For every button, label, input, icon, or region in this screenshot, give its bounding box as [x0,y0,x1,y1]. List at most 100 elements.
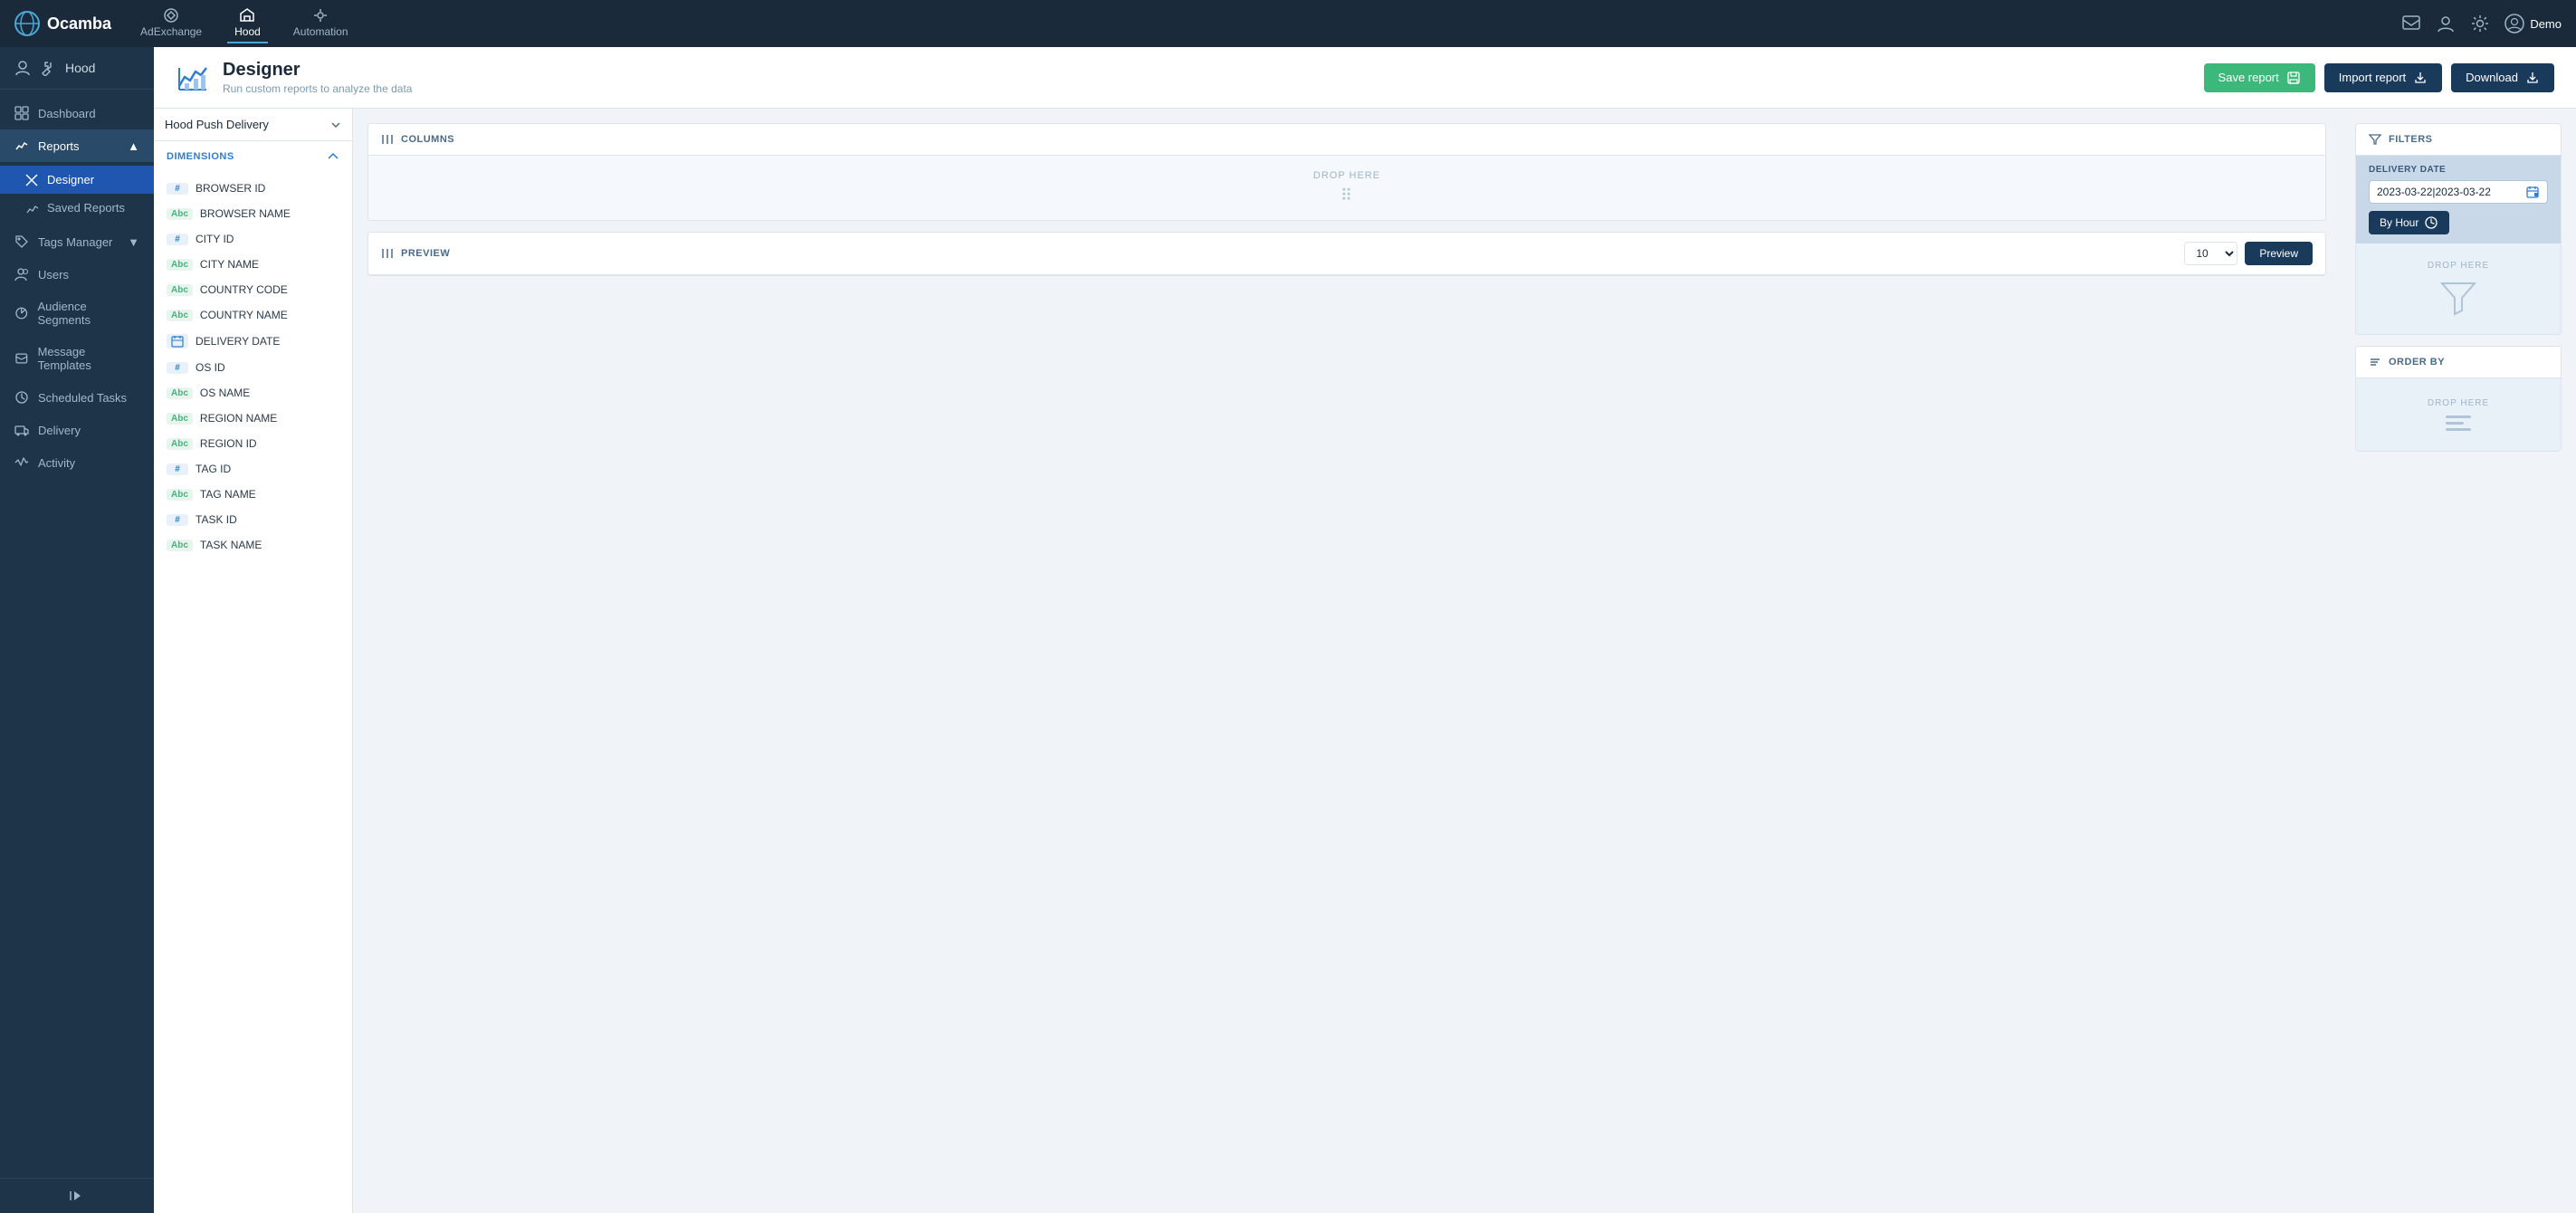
dimension-item-tag-name[interactable]: AbcTAG NAME [154,482,352,507]
order-icon [2369,356,2381,368]
app-logo[interactable]: Ocamba [14,11,111,36]
sidebar-item-message-templates[interactable]: Message Templates [0,336,154,381]
designer-body: Hood Push Delivery DIMENSIONS #BROWSER I… [154,109,2576,1213]
nav-adexchange[interactable]: AdExchange [133,4,209,43]
by-hour-row: By Hour [2369,211,2548,234]
dimension-item-country-name[interactable]: AbcCOUNTRY NAME [154,302,352,328]
sidebar-item-tags-manager[interactable]: Tags Manager ▼ [0,225,154,258]
preview-header: PREVIEW 102550100 Preview [368,233,2325,275]
funnel-svg [2438,278,2478,318]
dashboard-icon [14,106,29,120]
sidebar-item-scheduled-tasks[interactable]: Scheduled Tasks [0,381,154,414]
order-drop-zone[interactable]: DROP HERE [2356,378,2561,451]
sidebar-header: Hood [0,47,154,90]
sidebar-collapse-button[interactable] [0,1178,154,1213]
logo-icon [14,11,40,36]
sidebar-sub-reports: Designer Saved Reports [0,162,154,225]
automation-icon [312,7,329,24]
designer-chart-icon [176,61,210,95]
user-badge[interactable]: Demo [2504,14,2562,33]
reports-collapse-icon: ▲ [128,139,139,153]
right-panel: FILTERS DELIVERY DATE 2023-03-22|2023-03… [2341,109,2576,1213]
tools-icon [40,60,56,76]
users-icon [14,267,29,282]
sidebar-item-delivery[interactable]: Delivery [0,414,154,446]
filter-funnel-icon [2438,278,2478,318]
tags-icon [14,234,29,249]
reports-icon [14,138,29,153]
preview-button[interactable]: Preview [2245,242,2313,265]
dimension-item-task-name[interactable]: AbcTASK NAME [154,532,352,558]
nav-hood[interactable]: Hood [227,4,268,43]
dimension-label: BROWSER NAME [200,207,291,220]
sidebar-item-activity[interactable]: Activity [0,446,154,479]
dimension-label: CITY NAME [200,258,259,271]
sidebar-item-audience-segments[interactable]: Audience Segments [0,291,154,336]
delivery-date-label: DELIVERY DATE [2369,165,2548,175]
save-icon [2286,71,2301,85]
delivery-date-section: DELIVERY DATE 2023-03-22|2023-03-22 [2356,156,2561,244]
dimension-item-task-id[interactable]: #TASK ID [154,507,352,532]
dimensions-section-header: DIMENSIONS [154,141,352,172]
app-name: Ocamba [47,14,111,33]
dimension-item-delivery-date[interactable]: DELIVERY DATE [154,328,352,355]
page-header-left: Designer Run custom reports to analyze t… [176,60,2204,95]
page-header-actions: Save report Import report Download [2204,63,2554,92]
columns-icon [381,133,394,146]
dimension-item-os-name[interactable]: AbcOS NAME [154,380,352,406]
data-source-dropdown[interactable]: Hood Push Delivery [154,109,352,141]
message-icon[interactable] [2401,14,2421,33]
sidebar-item-dashboard[interactable]: Dashboard [0,97,154,129]
dimension-item-tag-id[interactable]: #TAG ID [154,456,352,482]
center-panel: COLUMNS DROP HERE ⠿ [353,109,2341,1213]
filters-section: FILTERS DELIVERY DATE 2023-03-22|2023-03… [2355,123,2562,335]
dimension-label: TAG ID [196,463,231,475]
user-icon[interactable] [2436,14,2456,33]
dimension-item-browser-name[interactable]: AbcBROWSER NAME [154,201,352,226]
date-input-row[interactable]: 2023-03-22|2023-03-22 [2369,180,2548,204]
hood-icon [239,7,255,24]
dimension-item-region-name[interactable]: AbcREGION NAME [154,406,352,431]
order-lines-icon [2446,415,2471,431]
import-report-button[interactable]: Import report [2324,63,2442,92]
dimension-label: BROWSER ID [196,182,265,195]
filter-icon [2369,133,2381,146]
top-navigation: Ocamba AdExchange Hood Automation [0,0,2576,47]
columns-section: COLUMNS DROP HERE ⠿ [367,123,2326,221]
sidebar-item-users[interactable]: Users [0,258,154,291]
sidebar-item-reports[interactable]: Reports ▲ [0,129,154,162]
dimension-item-os-id[interactable]: #OS ID [154,355,352,380]
filter-drop-zone[interactable]: DROP HERE [2356,244,2561,334]
dimension-item-city-name[interactable]: AbcCITY NAME [154,252,352,277]
preview-row-count[interactable]: 102550100 [2184,242,2237,265]
columns-drop-zone[interactable]: DROP HERE ⠿ [368,156,2325,220]
settings-icon[interactable] [2470,14,2490,33]
dimension-label: OS NAME [200,387,250,399]
download-button[interactable]: Download [2451,63,2554,92]
dimension-label: DELIVERY DATE [196,335,280,348]
save-report-button[interactable]: Save report [2204,63,2315,92]
columns-drop-dots: ⠿ [1340,186,1353,205]
columns-title: COLUMNS [401,134,454,145]
dimensions-collapse-icon[interactable] [327,150,339,163]
calendar-icon [2525,185,2540,199]
designer-icon [25,174,38,186]
filters-title: FILTERS [2389,134,2433,145]
dimension-item-country-code[interactable]: AbcCOUNTRY CODE [154,277,352,302]
nav-items: AdExchange Hood Automation [133,4,2380,43]
nav-automation[interactable]: Automation [286,4,356,43]
sidebar-item-saved-reports[interactable]: Saved Reports [0,194,154,222]
dimension-label: TAG NAME [200,488,256,501]
dimension-item-browser-id[interactable]: #BROWSER ID [154,176,352,201]
order-by-section: ORDER BY DROP HERE [2355,346,2562,452]
sidebar-title: Hood [65,61,95,75]
date-value: 2023-03-22|2023-03-22 [2377,186,2520,198]
nav-right: Demo [2401,14,2562,33]
dimension-item-region-id[interactable]: AbcREGION ID [154,431,352,456]
collapse-icon [69,1188,85,1204]
by-hour-button[interactable]: By Hour [2369,211,2449,234]
page-header: Designer Run custom reports to analyze t… [154,47,2576,109]
sidebar-item-designer[interactable]: Designer [0,166,154,194]
dimension-item-city-id[interactable]: #CITY ID [154,226,352,252]
dimensions-panel: Hood Push Delivery DIMENSIONS #BROWSER I… [154,109,353,1213]
